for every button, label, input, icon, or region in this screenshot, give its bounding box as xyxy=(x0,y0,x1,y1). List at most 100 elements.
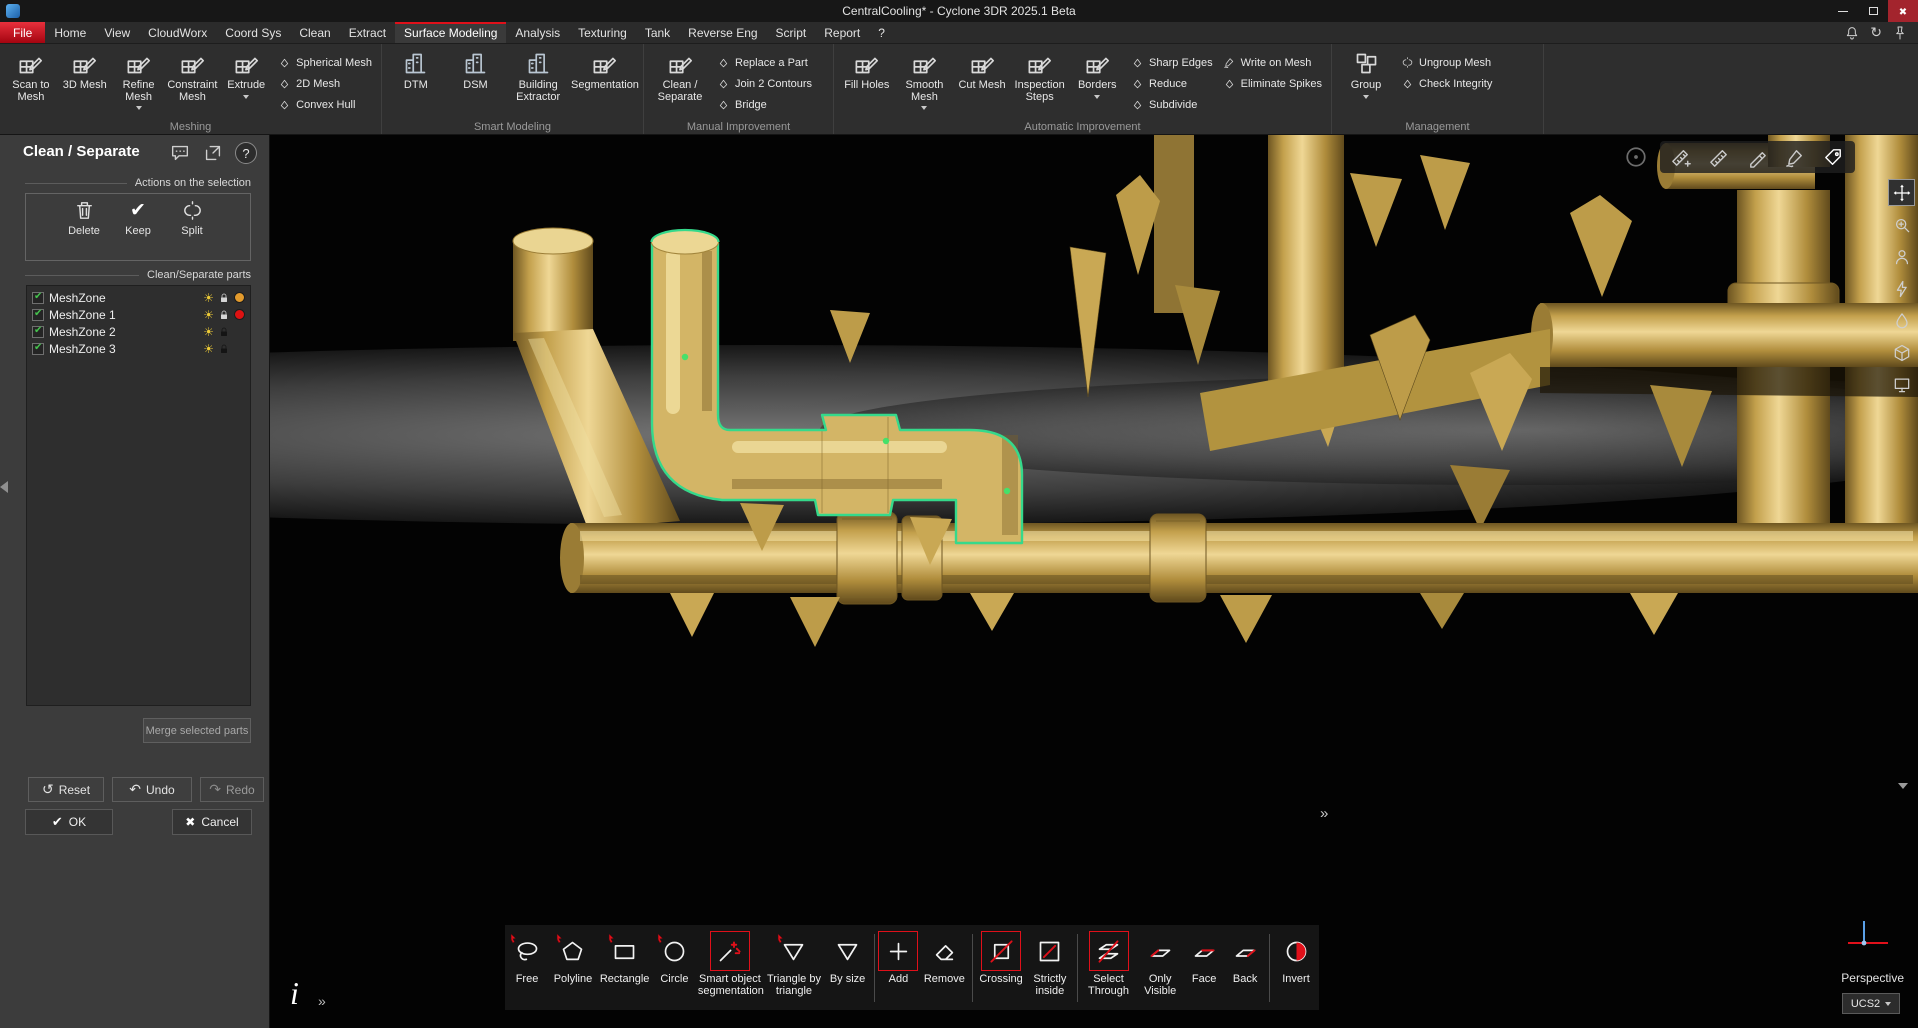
viewport-3d-scene[interactable] xyxy=(270,135,1918,1028)
annotation-pen-icon[interactable] xyxy=(1746,146,1769,169)
borders-button[interactable]: Borders xyxy=(1069,47,1125,119)
file-menu-button[interactable]: File xyxy=(0,22,45,43)
building-extractor-button[interactable]: Building Extractor xyxy=(506,47,570,119)
measurement-icon[interactable] xyxy=(1708,146,1731,169)
replace-a-part-button[interactable]: Replace a Part xyxy=(717,56,812,69)
3d-mesh-button[interactable]: 3D Mesh xyxy=(59,47,111,119)
join-2-contours-button[interactable]: Join 2 Contours xyxy=(717,77,812,90)
undo-button[interactable]: Undo xyxy=(112,777,192,802)
shading-tool[interactable] xyxy=(1888,307,1915,334)
pin-icon[interactable] xyxy=(1892,25,1908,41)
sun-icon[interactable] xyxy=(203,325,214,339)
inspection-steps-button[interactable]: Inspection Steps xyxy=(1012,47,1068,119)
tab-texturing[interactable]: Texturing xyxy=(569,22,636,43)
tool-only-visible[interactable]: Only Visible xyxy=(1136,931,1184,997)
projection-label[interactable]: Perspective xyxy=(1841,971,1904,985)
expand-toolbar-chevron[interactable] xyxy=(1320,805,1328,823)
sync-icon[interactable] xyxy=(1870,24,1882,42)
tool-polyline[interactable]: Polyline xyxy=(549,931,597,985)
tool-face[interactable]: Face xyxy=(1184,931,1224,985)
sharp-edges-button[interactable]: Sharp Edges xyxy=(1131,56,1213,69)
tab-extract[interactable]: Extract xyxy=(340,22,395,43)
ucs-selector[interactable]: UCS2 xyxy=(1842,993,1900,1014)
tool-crossing[interactable]: Crossing xyxy=(976,931,1026,985)
convex-hull-button[interactable]: Convex Hull xyxy=(278,98,372,111)
list-item-meshzone-1[interactable]: MeshZone 1 xyxy=(27,306,250,323)
tab-coord-sys[interactable]: Coord Sys xyxy=(216,22,290,43)
dsm-button[interactable]: DSM xyxy=(447,47,505,119)
lock-icon[interactable] xyxy=(218,343,230,355)
ok-button[interactable]: OK xyxy=(25,809,113,835)
notifications-bell-icon[interactable] xyxy=(1844,25,1860,41)
tab-view[interactable]: View xyxy=(95,22,139,43)
constraint-mesh-button[interactable]: Constraint Mesh xyxy=(166,47,218,119)
tool-circle[interactable]: Circle xyxy=(652,931,696,985)
tab-home[interactable]: Home xyxy=(45,22,95,43)
subdivide-button[interactable]: Subdivide xyxy=(1131,98,1213,111)
mesh-parts-list[interactable]: MeshZone MeshZone 1 MeshZone 2 xyxy=(26,285,251,706)
tab-cloudworx[interactable]: CloudWorx xyxy=(139,22,216,43)
viewer-position-tool[interactable] xyxy=(1888,243,1915,270)
fill-holes-button[interactable]: Fill Holes xyxy=(839,47,895,119)
sun-icon[interactable] xyxy=(203,291,214,305)
tool-triangle-by-triangle[interactable]: Triangle by triangle xyxy=(763,931,824,997)
eliminate-spikes-button[interactable]: Eliminate Spikes xyxy=(1223,77,1322,90)
tool-invert[interactable]: Invert xyxy=(1273,931,1319,985)
cancel-button[interactable]: Cancel xyxy=(172,809,252,835)
pan-move-tool[interactable] xyxy=(1888,179,1915,206)
tool-rectangle[interactable]: Rectangle xyxy=(597,931,653,985)
tool-free[interactable]: Free xyxy=(505,931,549,985)
tab-report[interactable]: Report xyxy=(815,22,869,43)
2d-mesh-button[interactable]: 2D Mesh xyxy=(278,77,372,90)
redo-button[interactable]: Redo xyxy=(200,777,264,802)
minimize-button[interactable] xyxy=(1828,0,1858,22)
bridge-button[interactable]: Bridge xyxy=(717,98,812,111)
visibility-checkbox[interactable] xyxy=(32,309,44,321)
tab-analysis[interactable]: Analysis xyxy=(506,22,569,43)
tool-remove[interactable]: Remove xyxy=(919,931,969,985)
screen-view-tool[interactable] xyxy=(1888,371,1915,398)
comment-icon[interactable] xyxy=(169,142,191,164)
clean-separate-button[interactable]: Clean / Separate xyxy=(649,47,711,119)
tab-surface-modeling[interactable]: Surface Modeling xyxy=(395,22,506,43)
info-icon[interactable] xyxy=(290,975,299,1012)
tab-reverse-eng[interactable]: Reverse Eng xyxy=(679,22,766,43)
tab-tank[interactable]: Tank xyxy=(636,22,679,43)
lock-icon[interactable] xyxy=(218,292,230,304)
delete-button[interactable]: Delete xyxy=(61,199,107,260)
check-integrity-button[interactable]: Check Integrity xyxy=(1401,77,1492,90)
sun-icon[interactable] xyxy=(203,308,214,322)
list-item-meshzone[interactable]: MeshZone xyxy=(27,289,250,306)
segmentation-button[interactable]: Segmentation xyxy=(572,47,638,119)
tool-back[interactable]: Back xyxy=(1224,931,1266,985)
spherical-mesh-button[interactable]: Spherical Mesh xyxy=(278,56,372,69)
scan-to-mesh-button[interactable]: Scan to Mesh xyxy=(5,47,57,119)
smooth-mesh-button[interactable]: Smooth Mesh xyxy=(897,47,953,119)
zoom-fit-tool[interactable] xyxy=(1888,211,1915,238)
dtm-button[interactable]: DTM xyxy=(387,47,445,119)
reduce-button[interactable]: Reduce xyxy=(1131,77,1213,90)
lock-icon[interactable] xyxy=(218,309,230,321)
navigation-target-icon[interactable] xyxy=(1622,143,1650,171)
sun-icon[interactable] xyxy=(203,342,214,356)
panel-collapse-arrow[interactable] xyxy=(0,481,8,493)
tool-smart-object-segmentation[interactable]: Smart object segmentation xyxy=(696,931,763,997)
write-on-mesh-button[interactable]: Write on Mesh xyxy=(1223,56,1322,69)
split-button[interactable]: Split xyxy=(169,199,215,260)
list-item-meshzone-2[interactable]: MeshZone 2 xyxy=(27,323,250,340)
add-measurement-icon[interactable] xyxy=(1670,146,1693,169)
tab-help[interactable]: ? xyxy=(869,22,894,43)
lock-icon[interactable] xyxy=(218,326,230,338)
tool-select-through[interactable]: Select Through xyxy=(1081,931,1137,997)
tab-script[interactable]: Script xyxy=(767,22,816,43)
render-mode-tool[interactable] xyxy=(1888,275,1915,302)
tool-strictly-inside[interactable]: Strictly inside xyxy=(1026,931,1074,997)
viewport-3d[interactable]: Free Polyline Rectangle Circle Smart obj… xyxy=(270,135,1918,1028)
clipping-box-tool[interactable] xyxy=(1888,339,1915,366)
group-button[interactable]: Group xyxy=(1337,47,1395,119)
list-item-meshzone-3[interactable]: MeshZone 3 xyxy=(27,340,250,357)
tab-clean[interactable]: Clean xyxy=(290,22,339,43)
close-button[interactable] xyxy=(1888,0,1918,22)
ungroup-mesh-button[interactable]: Ungroup Mesh xyxy=(1401,56,1492,69)
visibility-checkbox[interactable] xyxy=(32,343,44,355)
